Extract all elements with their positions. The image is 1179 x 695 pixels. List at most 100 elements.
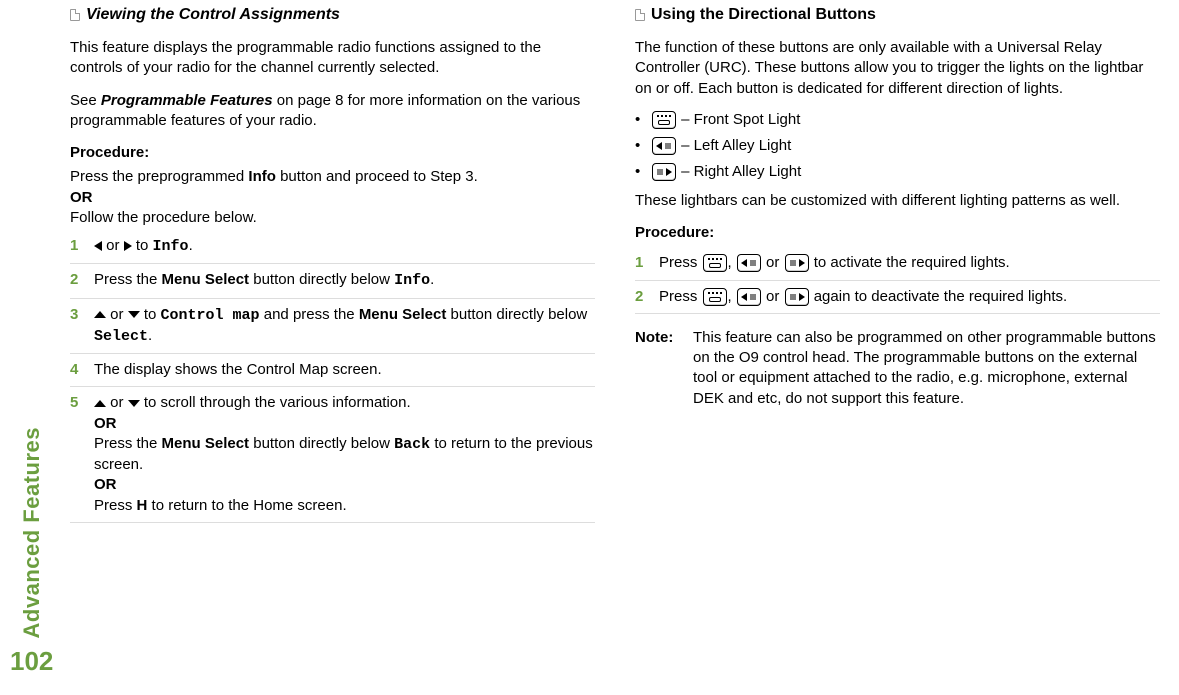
left-column: Viewing the Control Assignments This fea… [70,6,595,523]
page-content: Viewing the Control Assignments This fea… [70,6,1160,523]
step-number: 1 [70,236,84,257]
list-item: – Right Alley Light [635,163,1160,181]
button-ref: Menu Select [162,271,250,288]
text: Press [659,288,702,305]
step-body: The display shows the Control Map screen… [94,360,595,380]
menu-item: Select [94,328,148,345]
procedure-label: Procedure: [70,143,595,163]
step-number: 2 [635,287,649,307]
text: or [106,394,128,411]
step-number: 1 [635,253,649,273]
page-number: 102 [10,646,53,677]
text: – Right Alley Light [677,163,801,180]
intro-paragraph: The function of these buttons are only a… [635,38,1160,99]
text: – Front Spot Light [677,111,800,128]
heading-text: Using the Directional Buttons [651,6,876,24]
step-body: or to Info. [94,236,595,257]
nav-down-icon [128,311,140,318]
menu-item: Back [394,436,430,453]
text: and press the [260,306,359,323]
menu-item: Info [394,272,430,289]
button-ref: Info [248,168,276,185]
menu-item: Control map [161,307,260,324]
text: . [189,237,193,254]
procedure-intro: Press the preprogrammed Info button and … [70,167,595,228]
step-4: 4 The display shows the Control Map scre… [70,354,595,387]
step-3: 3 or to Control map and press the Menu S… [70,299,595,355]
nav-down-icon [128,400,140,407]
right-alley-key-icon [652,163,676,181]
text: to [132,237,153,254]
step-number: 5 [70,393,84,516]
or-label: OR [94,415,117,432]
text: again to deactivate the required lights. [810,288,1068,305]
step-body: Press the Menu Select button directly be… [94,270,595,291]
step-body: or to Control map and press the Menu Sel… [94,305,595,348]
note-block: Note: This feature can also be programme… [635,328,1160,409]
page-icon [635,9,645,21]
front-spot-key-icon [703,254,727,272]
step-5: 5 or to scroll through the various infor… [70,387,595,523]
left-alley-key-icon [737,288,761,306]
note-label: Note: [635,328,681,409]
text: to activate the required lights. [810,254,1010,271]
heading-text: Viewing the Control Assignments [86,6,340,24]
menu-item: Info [153,238,189,255]
right-column: Using the Directional Buttons The functi… [635,6,1160,523]
front-spot-key-icon [703,288,727,306]
text: , [728,288,736,305]
step-number: 3 [70,305,84,348]
step-2: 2 Press the Menu Select button directly … [70,264,595,298]
step-2: 2 Press , or again to deactivate the req… [635,281,1160,314]
step-body: Press , or again to deactivate the requi… [659,287,1160,307]
text: Follow the procedure below. [70,209,257,226]
step-1: 1 or to Info. [70,230,595,264]
home-key-icon: H [137,496,148,516]
right-alley-key-icon [785,254,809,272]
text: or [102,237,124,254]
text: button directly below [249,435,394,452]
text: Press the preprogrammed [70,168,248,185]
button-ref: Menu Select [162,435,250,452]
page-icon [70,9,80,21]
left-alley-key-icon [737,254,761,272]
intro-paragraph: This feature displays the programmable r… [70,38,595,79]
text: Press [659,254,702,271]
right-alley-key-icon [785,288,809,306]
list-item: – Front Spot Light [635,111,1160,129]
step-1: 1 Press , or to activate the required li… [635,247,1160,280]
section-heading-left: Viewing the Control Assignments [70,6,595,24]
list-item: – Left Alley Light [635,137,1160,155]
text: button and proceed to Step 3. [276,168,478,185]
text: or [106,306,128,323]
text: to [140,306,161,323]
text: to return to the Home screen. [147,497,346,514]
text: button directly below [249,271,394,288]
section-label: Advanced Features [19,427,45,638]
text: or [762,254,784,271]
text: , [728,254,736,271]
text: Press [94,497,137,514]
see-also: See Programmable Features on page 8 for … [70,91,595,132]
text: Press the [94,271,162,288]
cross-ref: Programmable Features [101,92,273,109]
step-number: 4 [70,360,84,380]
nav-up-icon [94,311,106,318]
text: button directly below [446,306,587,323]
text: or [762,288,784,305]
text: Press the [94,435,162,452]
nav-up-icon [94,400,106,407]
button-light-list: – Front Spot Light – Left Alley Light – … [635,111,1160,181]
or-label: OR [94,476,117,493]
text: – Left Alley Light [677,137,791,154]
sidebar: Advanced Features 102 [10,427,53,677]
text: See [70,92,101,109]
or-label: OR [70,189,93,206]
note-body: This feature can also be programmed on o… [693,328,1160,409]
paragraph: These lightbars can be customized with d… [635,191,1160,211]
text: . [148,327,152,344]
nav-right-icon [124,241,132,251]
front-spot-key-icon [652,111,676,129]
step-number: 2 [70,270,84,291]
text: . [430,271,434,288]
